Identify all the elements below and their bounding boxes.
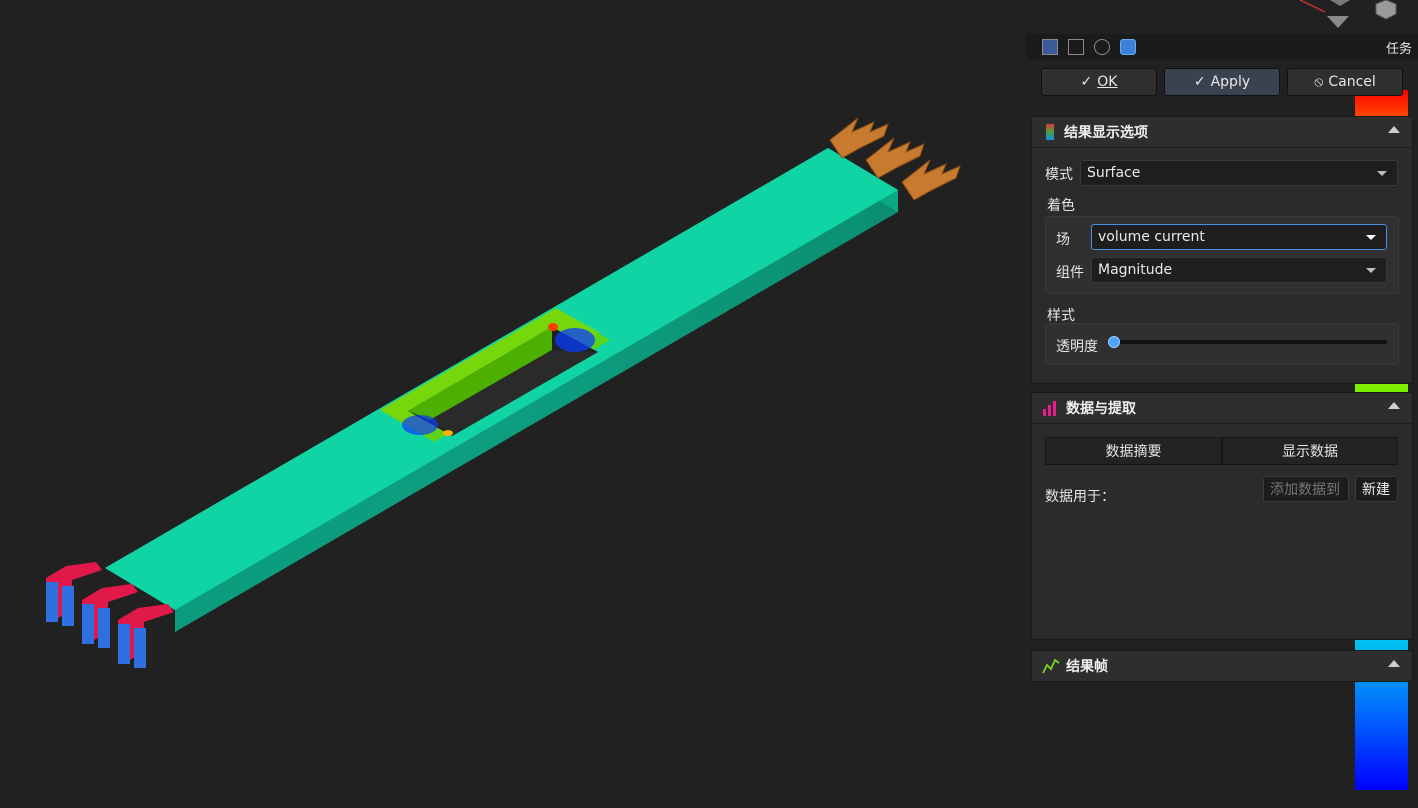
data-extraction-header[interactable]: 数据与提取 (1032, 393, 1412, 424)
cancel-label: Cancel (1328, 74, 1376, 90)
transparency-label: 透明度 (1056, 339, 1098, 355)
result-frames-title: 结果帧 (1066, 659, 1108, 675)
panel-toolbar: 任务 (1026, 34, 1418, 60)
cancel-button[interactable]: ⦸ Cancel (1287, 68, 1403, 96)
coloring-label: 着色 (1047, 198, 1075, 214)
colormap-icon (1046, 124, 1054, 140)
data-summary-button[interactable]: 数据摘要 (1045, 437, 1222, 465)
layout-icon[interactable] (1068, 39, 1084, 55)
navigation-cube[interactable] (1299, 0, 1397, 28)
line-graph-icon (1042, 658, 1060, 674)
cancel-icon: ⦸ (1314, 74, 1324, 90)
apply-button[interactable]: ✓ Apply (1164, 68, 1280, 96)
gear-icon[interactable] (1094, 39, 1110, 55)
collapse-icon[interactable] (1388, 126, 1400, 133)
component-select[interactable]: Magnitude (1091, 257, 1387, 283)
mode-select[interactable]: Surface (1080, 160, 1398, 186)
component-label: 组件 (1056, 265, 1084, 281)
data-for-label: 数据用于： (1045, 489, 1115, 505)
style-group (1045, 323, 1399, 365)
chevron-down-icon (1366, 268, 1376, 273)
task-tab-label[interactable]: 任务 (1386, 38, 1412, 57)
collapse-icon[interactable] (1388, 402, 1400, 409)
add-data-to-select[interactable]: 添加数据到 (1263, 476, 1349, 502)
transparency-slider-handle[interactable] (1108, 336, 1120, 348)
mode-value: Surface (1087, 165, 1141, 181)
add-data-placeholder: 添加数据到 (1270, 482, 1340, 498)
field-value: volume current (1098, 229, 1205, 245)
ok-label: OK (1097, 74, 1118, 90)
field-select[interactable]: volume current (1091, 224, 1387, 250)
show-data-label: 显示数据 (1282, 444, 1338, 460)
display-options-header[interactable]: 结果显示选项 (1032, 117, 1412, 148)
data-extraction-panel: 数据与提取 (1031, 392, 1413, 640)
data-summary-label: 数据摘要 (1105, 444, 1162, 460)
result-frames-panel: 结果帧 (1031, 650, 1413, 682)
component-value: Magnitude (1098, 262, 1173, 278)
transparency-slider[interactable] (1112, 340, 1387, 344)
new-button[interactable]: 新建 (1355, 476, 1398, 502)
style-label: 样式 (1047, 308, 1075, 324)
chevron-down-icon (1377, 171, 1387, 176)
result-frames-header[interactable]: 结果帧 (1032, 651, 1412, 681)
apply-label: Apply (1210, 74, 1251, 90)
check-icon: ✓ (1193, 74, 1206, 90)
split-view-icon[interactable] (1042, 39, 1058, 55)
mode-label: 模式 (1045, 167, 1073, 183)
bar-chart-icon (1043, 401, 1056, 416)
chevron-down-icon (1366, 235, 1376, 240)
display-options-title: 结果显示选项 (1064, 125, 1148, 141)
show-data-button[interactable]: 显示数据 (1222, 437, 1398, 465)
data-extraction-title: 数据与提取 (1066, 401, 1136, 417)
ok-button[interactable]: ✓ OK (1041, 68, 1157, 96)
field-label: 场 (1056, 232, 1070, 248)
check-icon: ✓ (1080, 74, 1093, 90)
eye-icon[interactable] (1120, 39, 1136, 55)
new-label: 新建 (1362, 482, 1390, 498)
collapse-icon[interactable] (1388, 660, 1400, 667)
